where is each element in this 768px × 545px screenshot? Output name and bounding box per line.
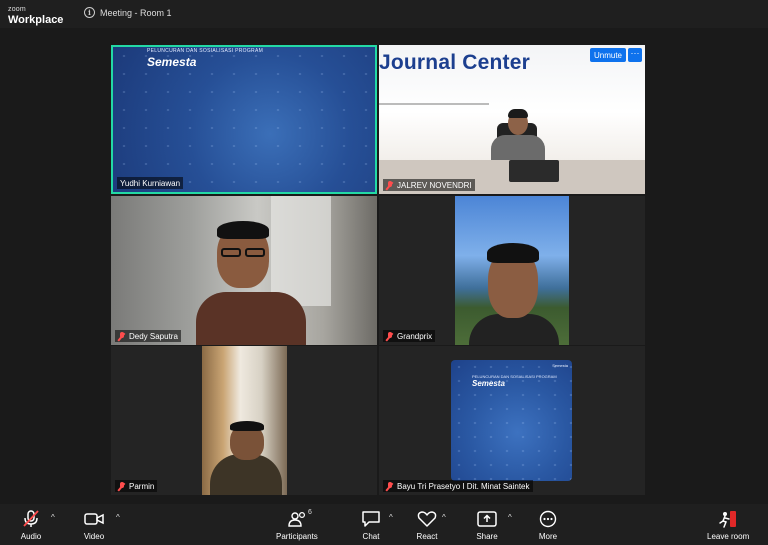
react-options-caret[interactable]: ^ bbox=[442, 513, 446, 522]
leave-room-icon bbox=[719, 511, 737, 528]
shared-slide: PELUNCURAN DAN SOSIALISASI PROGRAM Semes… bbox=[113, 47, 375, 192]
mic-muted-icon bbox=[386, 331, 394, 341]
slide-brand: Semesta bbox=[472, 379, 505, 388]
video-options-caret[interactable]: ^ bbox=[116, 513, 120, 522]
video-camera-icon bbox=[84, 513, 104, 525]
meeting-info[interactable]: i Meeting - Room 1 bbox=[84, 7, 172, 18]
participant-video bbox=[111, 196, 377, 345]
unmute-button[interactable]: Unmute bbox=[589, 48, 626, 62]
top-bar: zoom Workplace i Meeting - Room 1 bbox=[0, 0, 768, 28]
video-gallery: PELUNCURAN DAN SOSIALISASI PROGRAM Semes… bbox=[0, 28, 768, 504]
participant-name-label: Parmin bbox=[115, 480, 158, 492]
participants-icon bbox=[288, 511, 305, 527]
slide-header-brand: Semesta bbox=[552, 363, 568, 368]
participants-count: 6 bbox=[308, 509, 312, 516]
participant-video bbox=[455, 196, 569, 345]
slide-title: PELUNCURAN DAN SOSIALISASI PROGRAM bbox=[147, 48, 264, 54]
video-button[interactable]: Video bbox=[83, 510, 105, 541]
participant-name-label: Grandprix bbox=[383, 330, 436, 342]
zoom-workplace-logo: zoom Workplace bbox=[8, 5, 63, 26]
participant-name-label: Dedy Saputra bbox=[115, 330, 181, 342]
chat-options-caret[interactable]: ^ bbox=[389, 513, 393, 522]
mic-muted-icon bbox=[386, 180, 394, 190]
slide-brand: Semesta bbox=[147, 55, 197, 69]
more-dots-icon bbox=[539, 510, 557, 528]
audio-options-caret[interactable]: ^ bbox=[51, 513, 55, 522]
participant-name-label: Bayu Tri Prasetyo I Dit. Minat Saintek bbox=[383, 480, 533, 492]
journal-center-sign: Journal Center bbox=[379, 51, 530, 74]
video-tile-bayu[interactable]: Semesta PELUNCURAN DAN SOSIALISASI PROGR… bbox=[379, 346, 645, 495]
participant-video: Semesta PELUNCURAN DAN SOSIALISASI PROGR… bbox=[451, 360, 572, 481]
participant-video bbox=[202, 346, 287, 495]
logo-line1: zoom bbox=[8, 6, 26, 13]
participant-video: Journal Center bbox=[379, 45, 645, 194]
leave-room-button[interactable]: Leave room bbox=[707, 510, 749, 541]
video-tile-yudhi[interactable]: PELUNCURAN DAN SOSIALISASI PROGRAM Semes… bbox=[111, 45, 377, 194]
info-icon[interactable]: i bbox=[84, 7, 95, 18]
video-tile-dedy[interactable]: Dedy Saputra bbox=[111, 196, 377, 345]
tile-more-options-button[interactable]: ··· bbox=[628, 48, 642, 62]
logo-line2: Workplace bbox=[8, 14, 64, 26]
mic-muted-icon bbox=[23, 510, 39, 527]
mic-muted-icon bbox=[386, 481, 394, 491]
chat-button[interactable]: Chat bbox=[360, 510, 382, 541]
audio-button[interactable]: Audio bbox=[20, 510, 42, 541]
video-tile-grandprix[interactable]: Grandprix bbox=[379, 196, 645, 345]
heart-icon bbox=[417, 511, 437, 527]
share-options-caret[interactable]: ^ bbox=[508, 513, 512, 522]
share-button[interactable]: Share bbox=[476, 510, 498, 541]
participant-name-label: JALREV NOVENDRI bbox=[383, 179, 475, 191]
participant-name-label: Yudhi Kurniawan bbox=[117, 177, 184, 189]
react-button[interactable]: React bbox=[416, 510, 438, 541]
mic-muted-icon bbox=[118, 331, 126, 341]
share-screen-icon bbox=[477, 511, 497, 527]
chat-bubble-icon bbox=[362, 511, 380, 527]
video-tile-jalrev[interactable]: Journal Center Unmute ··· JALREV NOVENDR… bbox=[379, 45, 645, 194]
video-tile-parmin[interactable]: Parmin bbox=[111, 346, 377, 495]
meeting-title: Meeting - Room 1 bbox=[100, 7, 172, 18]
mic-muted-icon bbox=[118, 481, 126, 491]
more-button[interactable]: More bbox=[537, 510, 559, 541]
meeting-toolbar: Audio ^ Video ^ Participants 6 Chat ^ Re… bbox=[0, 504, 768, 545]
